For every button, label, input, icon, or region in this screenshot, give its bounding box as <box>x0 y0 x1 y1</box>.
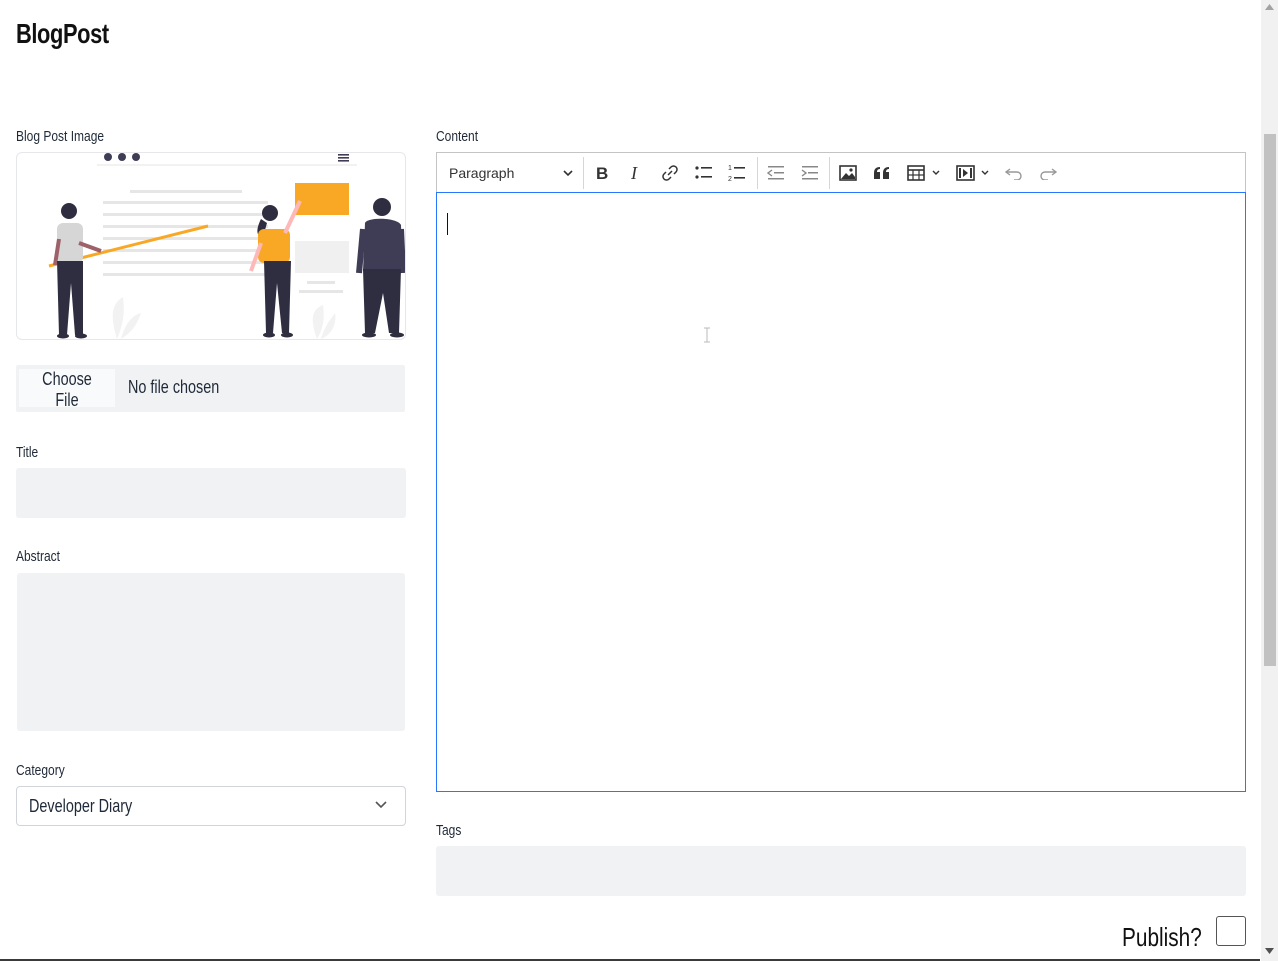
link-button[interactable] <box>658 161 682 185</box>
blockquote-icon <box>874 167 889 179</box>
italic-button[interactable]: I <box>624 161 648 185</box>
file-status: No file chosen <box>128 377 220 397</box>
heading-dropdown[interactable]: Paragraph <box>449 161 573 185</box>
chevron-down-icon <box>375 801 387 809</box>
outdent-button[interactable] <box>764 161 788 185</box>
choose-file-button[interactable]: Choose File <box>19 369 115 410</box>
category-selected: Developer Diary <box>29 796 133 816</box>
scroll-up-icon[interactable] <box>1265 4 1274 10</box>
bold-button[interactable]: B <box>590 161 614 185</box>
title-label: Title <box>16 444 39 461</box>
bulleted-list-button[interactable] <box>692 161 716 185</box>
numbered-list-button[interactable]: 12 <box>725 161 749 185</box>
indent-icon <box>801 166 818 180</box>
publish-checkbox[interactable] <box>1216 916 1246 946</box>
image-icon <box>839 165 857 181</box>
insert-media-button[interactable] <box>954 161 992 185</box>
content-editor[interactable] <box>436 192 1246 792</box>
image-preview <box>16 152 406 340</box>
outdent-icon <box>767 166 784 180</box>
svg-text:B: B <box>596 165 608 181</box>
heading-dropdown-value: Paragraph <box>449 165 515 181</box>
insert-table-button[interactable] <box>905 161 943 185</box>
link-icon <box>662 165 678 181</box>
page-scrollbar[interactable] <box>1261 0 1278 961</box>
abstract-textarea[interactable] <box>17 573 405 731</box>
image-label: Blog Post Image <box>16 128 105 145</box>
svg-text:2: 2 <box>728 176 732 182</box>
indent-button[interactable] <box>798 161 822 185</box>
undo-icon <box>1005 168 1022 180</box>
text-cursor-icon <box>704 327 710 343</box>
blockquote-button[interactable] <box>870 161 894 185</box>
svg-text:I: I <box>630 165 638 181</box>
table-icon <box>907 165 940 181</box>
insert-image-button[interactable] <box>836 161 860 185</box>
editor-toolbar: Paragraph B I 12 <box>436 152 1246 192</box>
italic-icon: I <box>630 165 638 181</box>
file-input[interactable]: Choose File No file chosen <box>16 365 405 412</box>
title-input[interactable] <box>16 468 406 518</box>
publish-label: Publish? <box>1122 922 1202 952</box>
category-label: Category <box>16 762 65 779</box>
bold-icon: B <box>596 165 608 181</box>
redo-button[interactable] <box>1036 161 1060 185</box>
svg-text:1: 1 <box>728 165 732 172</box>
chevron-down-icon <box>563 170 573 177</box>
numbered-list-icon: 12 <box>728 165 745 182</box>
text-caret <box>447 213 448 235</box>
content-label: Content <box>436 128 479 145</box>
page-title: BlogPost <box>16 18 109 49</box>
media-icon <box>956 165 989 181</box>
scrollbar-thumb[interactable] <box>1264 134 1276 666</box>
abstract-label: Abstract <box>16 548 61 565</box>
bulleted-list-icon <box>695 166 712 179</box>
tags-input[interactable] <box>436 846 1246 896</box>
blog-illustration <box>48 153 405 339</box>
undo-button[interactable] <box>1002 161 1026 185</box>
tags-label: Tags <box>436 822 462 839</box>
scroll-down-icon[interactable] <box>1265 948 1274 954</box>
category-select[interactable]: Developer Diary <box>16 786 406 826</box>
redo-icon <box>1040 168 1057 180</box>
